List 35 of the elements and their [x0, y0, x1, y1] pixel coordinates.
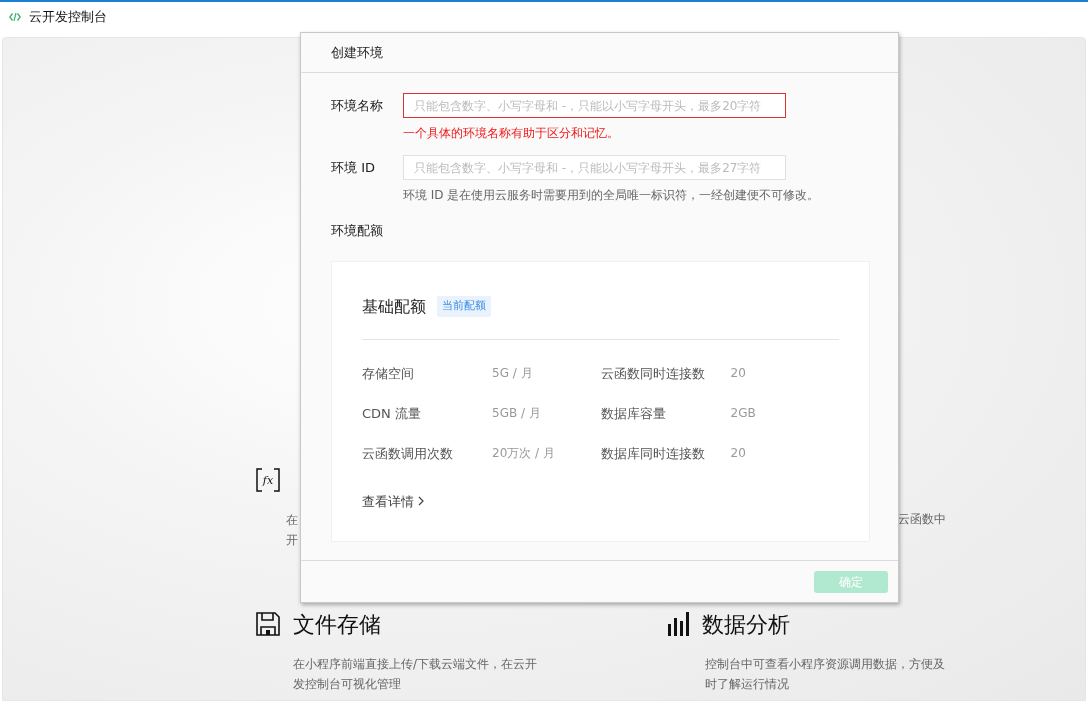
- current-badge: 当前配额: [437, 296, 491, 317]
- quota-value: 5G / 月: [492, 364, 533, 382]
- quota-name: 数据库容量: [600, 404, 667, 423]
- quota-value: 5GB / 月: [492, 404, 541, 422]
- text-field[interactable]: 只能包含数字、小写字母和 -，只能以小写字母开头，最多20字符: [403, 93, 786, 118]
- error-message: 一个具体的环境名称有助于区分和记忆。: [403, 125, 620, 142]
- field-label: 环境名称: [331, 97, 384, 115]
- quota-value: 20: [730, 364, 746, 382]
- view-details-link[interactable]: 查看详情: [362, 491, 424, 511]
- field-label: 环境 ID: [331, 159, 376, 177]
- quota-name: 云函数调用次数: [362, 444, 454, 463]
- quota-value: 20: [730, 444, 746, 462]
- quota-value: 2GB: [730, 404, 756, 422]
- feature-description: 控制台中可查看小程序资源调用数据，方便及: [705, 656, 946, 673]
- code-icon: [9, 12, 21, 22]
- window-title: 云开发控制台: [29, 8, 107, 27]
- feature-description: 在小程序前端直接上传/下载云端文件，在云开: [293, 656, 539, 673]
- quota-name: CDN 流量: [362, 404, 422, 423]
- dialog-title: 创建环境: [331, 43, 383, 62]
- quota-name: 数据库同时连接数: [600, 444, 706, 463]
- feature-description: 发控制台可视化管理: [293, 676, 402, 693]
- chevron-right-icon: [418, 496, 424, 507]
- section-label: 环境配额: [331, 222, 384, 240]
- feature-description: 时了解运行情况: [705, 676, 790, 693]
- feature-title: 数据分析: [702, 610, 790, 639]
- quota-name: 云函数同时连接数: [600, 364, 706, 383]
- feature-description: 在: [286, 512, 299, 529]
- quota-title: 基础配额: [362, 295, 426, 318]
- feature-description: 云函数中: [898, 511, 947, 528]
- feature-description: 开: [286, 532, 299, 549]
- help-text: 环境 ID 是在使用云服务时需要用到的全局唯一标识符，一经创建便不可修改。: [403, 187, 820, 204]
- quota-name: 存储空间: [362, 364, 415, 383]
- feature-title: 文件存储: [293, 610, 381, 639]
- bar-chart-icon: [668, 612, 689, 636]
- quota-value: 20万次 / 月: [492, 444, 555, 462]
